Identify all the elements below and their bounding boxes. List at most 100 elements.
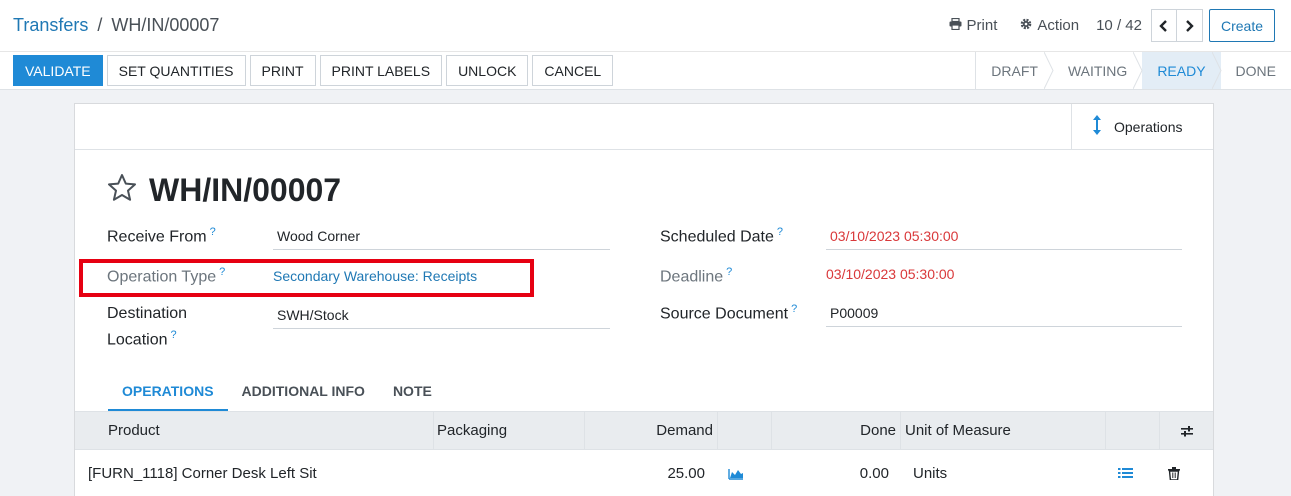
cancel-button[interactable]: CANCEL: [532, 55, 614, 86]
column-header-packaging[interactable]: Packaging: [434, 412, 585, 449]
row-demand-cell[interactable]: 25.00: [585, 450, 705, 496]
print-icon: [949, 17, 962, 33]
receive-from-field[interactable]: Wood Corner: [277, 228, 360, 244]
scheduled-date-field[interactable]: 03/10/2023 05:30:00: [830, 228, 958, 244]
tab-additional-info[interactable]: ADDITIONAL INFO: [228, 372, 379, 411]
detailed-operations-button[interactable]: [1118, 450, 1138, 496]
gear-icon: [1020, 18, 1032, 33]
record-title: WH/IN/00007: [149, 172, 342, 208]
breadcrumb: Transfers / WH/IN/00007: [13, 13, 219, 37]
row-done-cell[interactable]: 0.00: [772, 450, 889, 496]
deadline-field: 03/10/2023 05:30:00: [826, 266, 955, 282]
help-icon[interactable]: ?: [210, 226, 216, 238]
destination-location-field[interactable]: SWH/Stock: [277, 307, 349, 323]
action-menu-label: Action: [1037, 17, 1080, 34]
unlock-button[interactable]: UNLOCK: [446, 55, 529, 86]
action-buttons: VALIDATE SET QUANTITIES PRINT PRINT LABE…: [13, 55, 617, 86]
scheduled-date-label-text: Scheduled Date: [660, 228, 774, 246]
stage-waiting-label: WAITING: [1067, 62, 1128, 79]
stage-waiting[interactable]: WAITING: [1053, 52, 1143, 89]
optional-columns-toggle[interactable]: [1160, 412, 1213, 449]
row-unit-of-measure-cell[interactable]: Units: [913, 450, 1063, 496]
receive-from-label-text: Receive From: [107, 228, 207, 246]
top-actions: Print Action 10 / 42 Create: [949, 9, 1275, 42]
deadline-label-text: Deadline: [660, 268, 724, 286]
pager-previous-button[interactable]: [1150, 9, 1177, 42]
operation-type-label: Operation Type?: [107, 266, 225, 286]
help-icon[interactable]: ?: [777, 226, 783, 238]
breadcrumb-separator: /: [97, 15, 103, 35]
print-menu[interactable]: Print: [949, 17, 998, 34]
print-button[interactable]: PRINT: [249, 55, 316, 86]
column-header-unit-of-measure[interactable]: Unit of Measure: [901, 412, 1106, 449]
stage-done[interactable]: DONE: [1221, 52, 1291, 89]
help-icon[interactable]: ?: [171, 329, 177, 341]
validate-button[interactable]: VALIDATE: [13, 55, 103, 86]
operations-smart-button[interactable]: Operations: [1071, 104, 1213, 149]
chevron-right-icon: [1186, 19, 1194, 32]
set-quantities-button[interactable]: SET QUANTITIES: [106, 55, 246, 86]
scheduled-date-label: Scheduled Date?: [660, 226, 783, 246]
trash-icon: [1168, 466, 1180, 480]
table-row[interactable]: [FURN_1118] Corner Desk Left Sit 25.00 0…: [75, 450, 1213, 496]
area-chart-icon: [728, 468, 743, 480]
column-header-forecast: [718, 412, 772, 449]
tab-note[interactable]: NOTE: [379, 372, 446, 411]
pager-value[interactable]: 10 / 42: [1096, 17, 1142, 34]
pager-next-button[interactable]: [1176, 9, 1203, 42]
source-document-field[interactable]: P00009: [830, 305, 878, 321]
help-icon[interactable]: ?: [791, 303, 797, 315]
help-icon[interactable]: ?: [726, 266, 732, 278]
destination-location-label-2: Location?: [107, 329, 177, 349]
stage-done-label: DONE: [1235, 62, 1276, 79]
sliders-icon: [1180, 425, 1193, 436]
button-box-divider: [75, 149, 1213, 150]
destination-location-label: Destination: [107, 305, 187, 323]
source-document-underline: [826, 326, 1182, 327]
status-bar: DRAFT WAITING READY DONE: [975, 52, 1291, 89]
operation-type-link[interactable]: Secondary Warehouse: Receipts: [273, 268, 477, 284]
breadcrumb-transfers-link[interactable]: Transfers: [13, 15, 88, 35]
tab-operations[interactable]: OPERATIONS: [108, 372, 228, 411]
column-header-done[interactable]: Done: [772, 412, 901, 449]
breadcrumb-current: WH/IN/00007: [111, 15, 220, 35]
print-labels-button[interactable]: PRINT LABELS: [319, 55, 443, 86]
destination-location-label-line2: Location: [107, 331, 168, 349]
destination-location-underline: [273, 328, 610, 329]
star-icon[interactable]: [107, 173, 137, 208]
table-header: Product Packaging Demand Done Unit of Me…: [75, 411, 1213, 450]
stage-draft-label: DRAFT: [991, 62, 1038, 79]
operation-type-label-text: Operation Type: [107, 268, 217, 286]
arrows-v-icon: [1092, 114, 1102, 139]
form-sheet: Operations WH/IN/00007 Receive From? Woo…: [74, 103, 1214, 496]
notebook-tabs: OPERATIONS ADDITIONAL INFO NOTE: [108, 372, 446, 412]
source-document-label-text: Source Document: [660, 305, 789, 323]
forecast-report-button[interactable]: [728, 450, 752, 496]
receive-from-label: Receive From?: [107, 226, 216, 246]
stage-chevron: [1211, 52, 1222, 89]
destination-location-label-line1: Destination: [107, 305, 188, 322]
stage-ready[interactable]: READY: [1142, 52, 1222, 89]
action-menu[interactable]: Action: [1020, 17, 1079, 34]
stage-ready-label: READY: [1157, 62, 1206, 79]
record-title-area: WH/IN/00007: [107, 172, 341, 209]
list-icon: [1118, 468, 1133, 478]
operations-smart-button-label: Operations: [1114, 118, 1183, 135]
column-header-product[interactable]: Product: [75, 412, 434, 449]
create-button[interactable]: Create: [1208, 9, 1275, 42]
deadline-label: Deadline?: [660, 266, 732, 286]
control-panel: Transfers / WH/IN/00007 Print Action 10 / …: [0, 0, 1291, 90]
delete-row-button[interactable]: [1168, 450, 1188, 496]
print-menu-label: Print: [966, 17, 998, 34]
stage-chevron: [1043, 52, 1054, 89]
column-header-details: [1106, 412, 1160, 449]
scheduled-date-underline: [826, 249, 1182, 250]
help-icon[interactable]: ?: [219, 266, 225, 278]
stage-draft[interactable]: DRAFT: [976, 52, 1054, 89]
column-header-demand[interactable]: Demand: [585, 412, 718, 449]
receive-from-underline: [273, 249, 610, 250]
row-packaging-cell[interactable]: [434, 450, 585, 496]
chevron-left-icon: [1159, 19, 1168, 32]
stage-chevron: [1133, 52, 1143, 89]
source-document-label: Source Document?: [660, 303, 797, 323]
